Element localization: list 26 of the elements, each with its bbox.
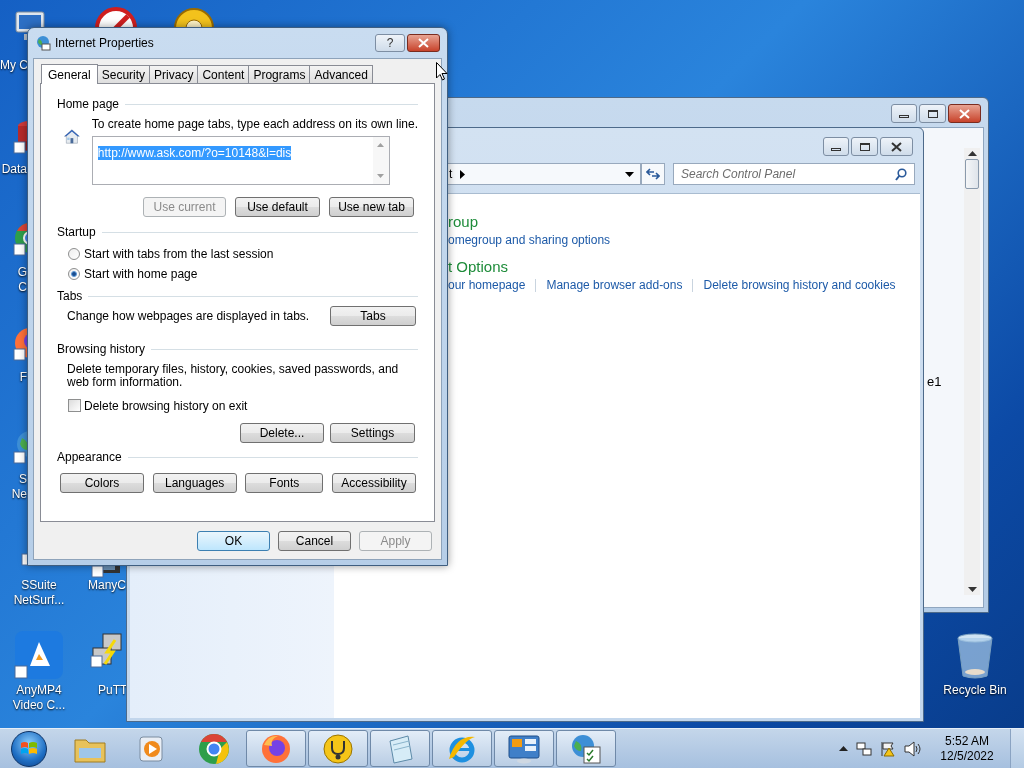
group-label: Tabs [57, 289, 83, 303]
desktop-icon-label: Data [0, 162, 27, 177]
desktop-icon-label: G [16, 265, 27, 280]
group-label: Appearance [57, 450, 122, 464]
desktop-icon-label: PuTT [98, 683, 126, 698]
section-heading: roup [448, 212, 480, 231]
desktop-icon-label: ManyC [88, 578, 126, 593]
desktop-icon-label: NetSurf... [12, 593, 66, 608]
group-label: Startup [57, 225, 96, 239]
window-title: Internet Properties [55, 35, 155, 52]
description-text: Change how webpages are displayed in tabs. [67, 310, 310, 322]
desktop-icon-label: S [18, 472, 27, 487]
desktop-icon-label: Recycle Bin [942, 683, 1008, 698]
section-heading: t Options [448, 257, 510, 276]
group-label: Browsing history [57, 342, 146, 356]
desktop-icon-label: My C [0, 58, 27, 73]
desktop-icon-label: AnyMP4 [15, 683, 63, 698]
desktop-icon-label: F [18, 370, 27, 385]
group-label: Home page [57, 97, 120, 111]
desktop-icon-label: C [17, 280, 27, 295]
instruction-text: To create home page tabs, type each address on its own line. [91, 117, 418, 131]
desktop-icon-label: SSuite [20, 578, 58, 593]
desktop-icon-label: Video C... [11, 698, 67, 713]
content-text: e1 [927, 374, 942, 389]
desktop-icon-label: Ne [10, 487, 27, 502]
description-text: Delete temporary files, history, cookies, saved passwords, and web form information. [67, 363, 400, 389]
